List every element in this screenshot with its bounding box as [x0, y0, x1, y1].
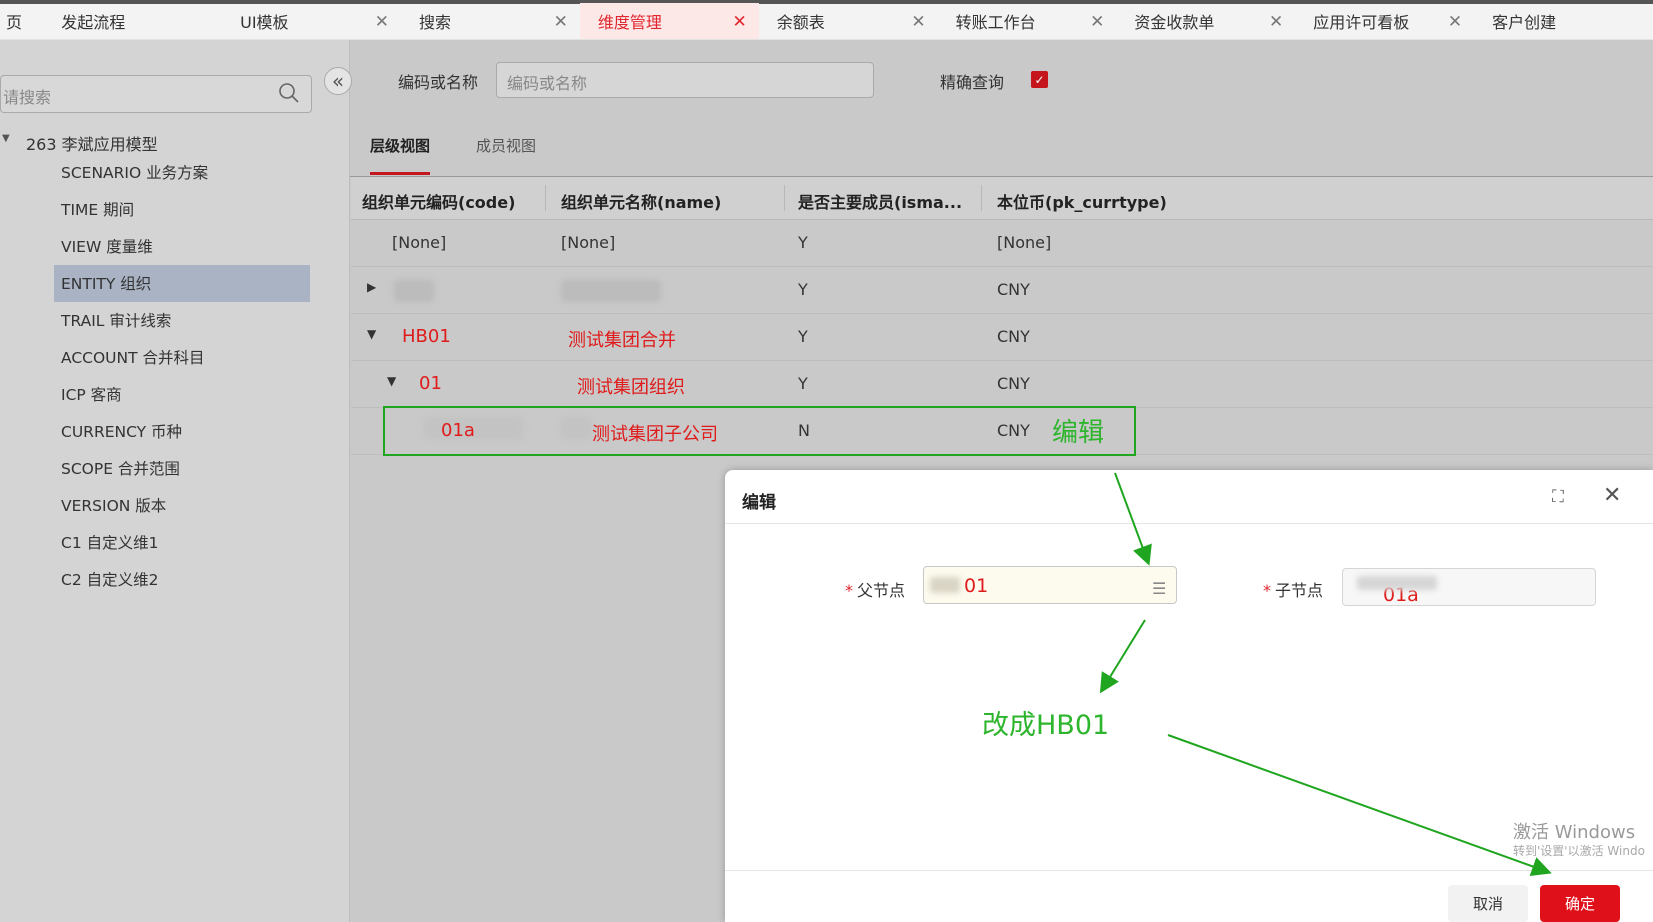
windows-activation-watermark: 激活 Windows — [1513, 822, 1636, 843]
column-header-currency[interactable]: 本位币(pk_currtype) — [997, 189, 1167, 213]
search-icon[interactable] — [278, 82, 300, 104]
tab-balance-sheet[interactable]: 余额表 ✕ — [759, 3, 938, 39]
column-header-name[interactable]: 组织单元名称(name) — [561, 189, 721, 213]
close-icon[interactable]: ✕ — [554, 12, 568, 32]
dialog-title: 编辑 — [742, 493, 776, 513]
caret-down-icon[interactable]: ▼ — [387, 374, 396, 388]
divider — [725, 523, 1653, 524]
parent-node-input[interactable]: 01 — [923, 566, 1177, 604]
tab-home[interactable]: 页 — [0, 3, 43, 39]
tree-item-scenario[interactable]: SCENARIO 业务方案 — [54, 154, 310, 191]
code-name-search-input[interactable]: 编码或名称 — [496, 62, 874, 98]
table-header: 组织单元编码(code) 组织单元名称(name) 是否主要成员(isma...… — [351, 177, 1653, 220]
tab-bar: 页 发起流程 UI模板 ✕ 搜索 ✕ 维度管理 ✕ 余额表 ✕ 转账工作台 ✕ 资金收款单… — [0, 0, 1653, 40]
column-divider[interactable] — [981, 185, 982, 211]
annotation-highlight-box — [383, 406, 1136, 456]
column-header-code[interactable]: 组织单元编码(code) — [362, 189, 515, 213]
tree-root[interactable]: ▼ 263 李斌应用模型 — [2, 131, 158, 155]
exact-query-checkbox[interactable]: ✓ — [1031, 71, 1048, 88]
annotation-edit: 编辑 — [1052, 418, 1105, 448]
caret-down-icon[interactable]: ▼ — [367, 327, 376, 341]
tree-item-trail[interactable]: TRAIL 审计线索 — [54, 302, 310, 339]
list-select-icon[interactable]: ☰ — [1152, 579, 1166, 598]
fullscreen-icon[interactable]: ⛶ — [1552, 487, 1564, 507]
table-row[interactable]: ▼ 01 测试集团组织 Y CNY — [351, 361, 1653, 408]
tree-item-icp[interactable]: ICP 客商 — [54, 376, 310, 413]
tree-item-version[interactable]: VERSION 版本 — [54, 487, 310, 524]
required-marker: * — [845, 581, 853, 600]
tree-item-c2[interactable]: C2 自定义维2 — [54, 561, 310, 598]
caret-down-icon[interactable]: ▼ — [2, 133, 10, 144]
active-tab-indicator — [370, 172, 430, 175]
tree-item-time[interactable]: TIME 期间 — [54, 191, 310, 228]
table-row[interactable]: ▶ Y CNY — [351, 267, 1653, 314]
redacted-parent-code — [930, 577, 960, 593]
redacted-name — [561, 280, 661, 302]
close-icon[interactable]: ✕ — [1448, 12, 1462, 32]
tab-ui-template[interactable]: UI模板 ✕ — [222, 3, 401, 39]
tree-item-c1[interactable]: C1 自定义维1 — [54, 524, 310, 561]
parent-node-label: * 父节点 — [845, 581, 906, 600]
tab-start-process[interactable]: 发起流程 — [43, 3, 222, 39]
filter-label: 编码或名称 — [398, 73, 479, 92]
tab-hierarchy-view[interactable]: 层级视图 — [370, 135, 430, 156]
tab-fund-receipt[interactable]: 资金收款单 ✕ — [1116, 3, 1295, 39]
column-divider[interactable] — [545, 185, 546, 211]
table-row[interactable]: [None] [None] Y [None] — [351, 220, 1653, 267]
tree-item-account[interactable]: ACCOUNT 合并科目 — [54, 339, 310, 376]
cancel-button[interactable]: 取消 — [1448, 885, 1528, 922]
tree-item-scope[interactable]: SCOPE 合并范围 — [54, 450, 310, 487]
close-icon[interactable]: ✕ — [375, 12, 389, 32]
exact-query-label: 精确查询 — [940, 73, 1005, 92]
redacted-code — [394, 280, 434, 302]
windows-activation-hint: 转到'设置'以激活 Windo — [1513, 844, 1645, 858]
redacted-child-code — [1357, 576, 1437, 590]
close-icon[interactable]: ✕ — [911, 12, 925, 32]
column-header-primary[interactable]: 是否主要成员(isma... — [798, 189, 962, 213]
close-icon[interactable]: ✕ — [1603, 483, 1621, 508]
tree-item-currency[interactable]: CURRENCY 币种 — [54, 413, 310, 450]
collapse-sidebar-icon[interactable]: « — [324, 67, 352, 95]
tab-dimension-management[interactable]: 维度管理 ✕ — [579, 3, 759, 39]
close-icon[interactable]: ✕ — [1269, 12, 1283, 32]
annotation-change-to: 改成HB01 — [982, 710, 1110, 741]
close-icon[interactable]: ✕ — [1090, 12, 1104, 32]
table-row[interactable]: ▼ HB01 测试集团合并 Y CNY — [351, 314, 1653, 361]
caret-right-icon[interactable]: ▶ — [367, 280, 376, 294]
tab-transfer-workbench[interactable]: 转账工作台 ✕ — [938, 3, 1117, 39]
sidebar-search-input[interactable]: 请搜索 — [0, 75, 312, 113]
divider — [725, 870, 1653, 871]
confirm-button[interactable]: 确定 — [1540, 885, 1620, 922]
tree-item-entity[interactable]: ENTITY 组织 — [54, 265, 310, 302]
column-divider[interactable] — [784, 185, 785, 211]
required-marker: * — [1263, 581, 1271, 600]
tab-license-board[interactable]: 应用许可看板 ✕ — [1295, 3, 1474, 39]
sidebar: 请搜索 « ▼ 263 李斌应用模型 SCENARIO 业务方案 TIME 期间 … — [0, 40, 352, 922]
tab-customer-create[interactable]: 客户创建 — [1474, 3, 1653, 39]
child-node-label: * 子节点 — [1263, 581, 1324, 600]
tab-search[interactable]: 搜索 ✕ — [401, 3, 580, 39]
close-icon[interactable]: ✕ — [732, 12, 746, 32]
tree-item-view[interactable]: VIEW 度量维 — [54, 228, 310, 265]
tab-member-view[interactable]: 成员视图 — [476, 135, 536, 156]
